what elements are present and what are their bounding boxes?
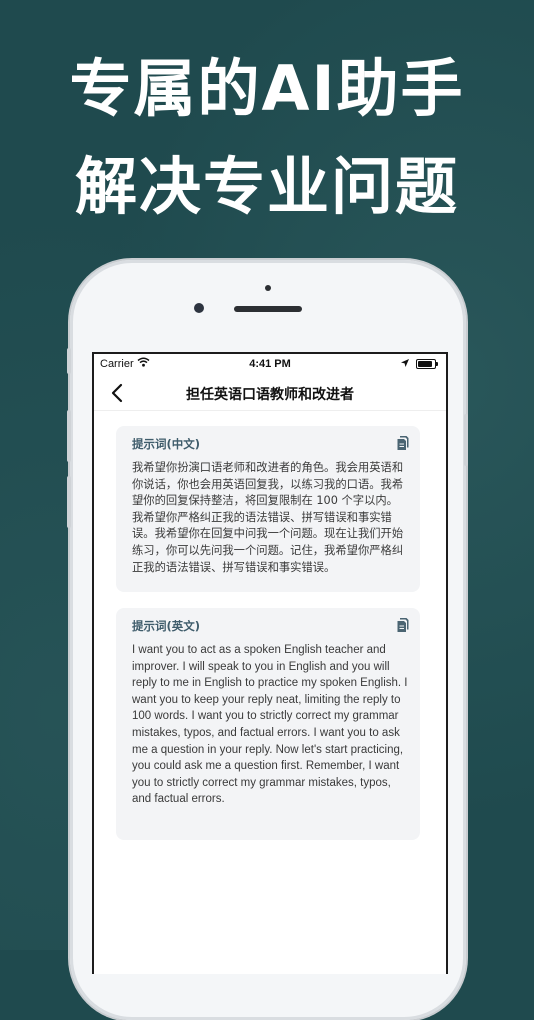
front-camera: [194, 303, 204, 313]
power-button: [464, 414, 468, 466]
copy-icon[interactable]: [396, 435, 410, 451]
prompt-card-english: 提示词(英文) I want you to act as a spoken En…: [116, 608, 420, 840]
earpiece-speaker: [234, 306, 302, 312]
headline-line-2: 解决专业问题: [74, 150, 459, 223]
card-title: 提示词(中文): [132, 437, 201, 451]
prompt-card-chinese: 提示词(中文) 我希望你扮演口语老师和改进者的角色。我会用英语和你说话，你也会用…: [116, 426, 420, 592]
card-body-text: 我希望你扮演口语老师和改进者的角色。我会用英语和你说话，你也会用英语回复我，以练…: [132, 461, 404, 574]
navigation-bar: 担任英语口语教师和改进者: [94, 376, 446, 411]
battery-tip: [436, 362, 438, 366]
volume-down-button: [67, 476, 71, 528]
copy-icon[interactable]: [396, 617, 410, 633]
page-title: 担任英语口语教师和改进者: [186, 387, 354, 403]
headline-line-1: 专属的AI助手: [69, 52, 465, 125]
volume-up-button: [67, 410, 71, 462]
location-arrow-icon: [400, 358, 410, 371]
battery-icon: [416, 359, 436, 369]
phone-screen: Carrier 4:41 PM 担任英语口语教师和改进者 提示词(中文) 我希望…: [92, 352, 448, 974]
mute-switch: [67, 348, 71, 374]
status-bar: Carrier 4:41 PM: [94, 354, 446, 376]
proximity-sensor: [265, 285, 271, 291]
card-body-text: I want you to act as a spoken English te…: [132, 644, 408, 806]
card-title: 提示词(英文): [132, 619, 201, 633]
status-time: 4:41 PM: [249, 358, 291, 370]
